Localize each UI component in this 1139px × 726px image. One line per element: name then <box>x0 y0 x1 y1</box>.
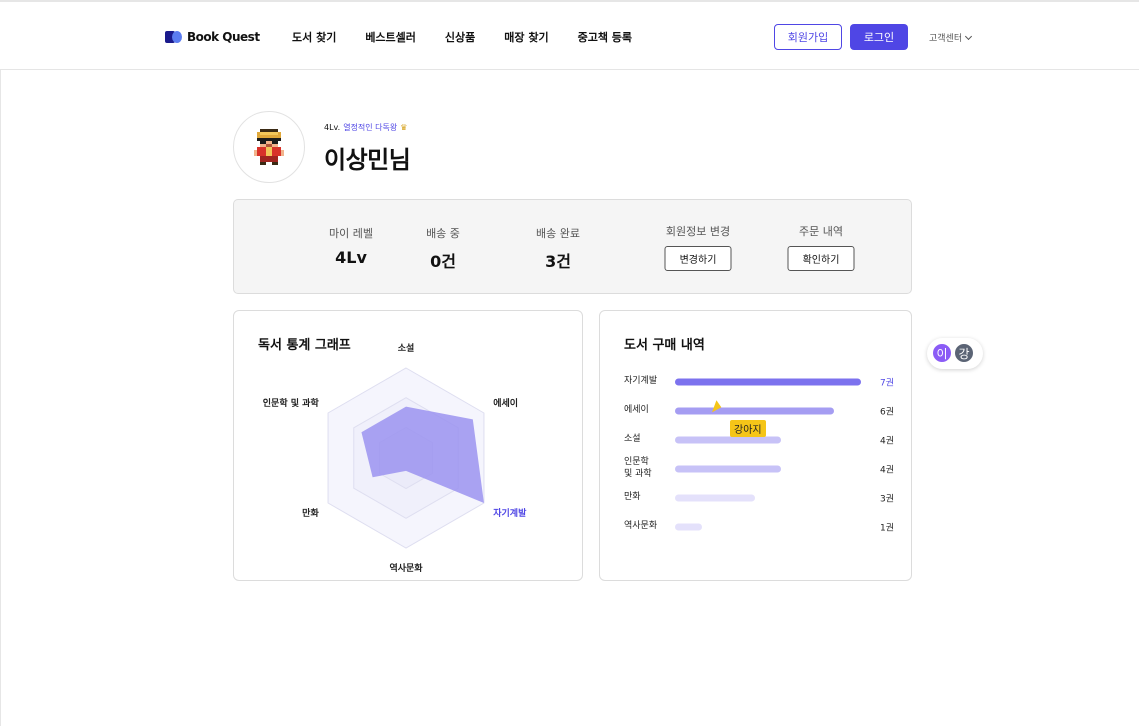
chevron-down-icon <box>965 32 973 40</box>
radar-chart: 소설에세이자기계발역사문화 만화 인문학 및 과학 <box>263 342 527 574</box>
stats-panel: 마이 레벨 4Lv 배송 중 0건 배송 완료 3건 회원정보 변경 변경하기 … <box>233 199 912 294</box>
bar <box>675 407 835 415</box>
main-nav: 도서 찾기 베스트셀러 신상품 매장 찾기 중고책 등록 <box>292 29 632 45</box>
purchase-row: 에세이 6권 <box>624 401 894 421</box>
level-line: 4Lv. 열정적인 다독왕 ♛ <box>324 122 407 133</box>
level-prefix: 4Lv. <box>324 123 341 132</box>
support-dropdown[interactable]: 고객센터 <box>929 31 973 44</box>
logo-mark-icon <box>165 31 183 43</box>
bar-label: 에세이 <box>624 405 649 415</box>
purchase-row: 자기계발 7권 <box>624 372 894 392</box>
nav-bestseller[interactable]: 베스트셀러 <box>365 29 416 45</box>
stat-value: 0건 <box>430 252 456 271</box>
bar-count: 7권 <box>879 378 894 389</box>
bar-count: 6권 <box>879 407 894 418</box>
level-title: 열정적인 다독왕 <box>343 123 398 132</box>
bar-count: 4권 <box>879 465 894 476</box>
cursor-label: 강아지 <box>730 420 766 437</box>
radar-axis-label: 만화 <box>302 507 319 519</box>
nav-find-books[interactable]: 도서 찾기 <box>292 29 336 45</box>
purchase-row: 만화 3권 <box>624 488 894 508</box>
bar-label: 소설 <box>624 434 641 444</box>
purchase-row: 역사문화 1권 <box>624 517 894 537</box>
stat-label: 회원정보 변경 <box>665 225 731 238</box>
radar-axis-label: 에세이 <box>493 397 518 409</box>
user-name: 이상민님 <box>324 146 411 174</box>
purchase-history-card: 도서 구매 내역 자기계발 7권 에세이 6권 소설 4권 인문학 및 과학 4… <box>599 310 912 581</box>
card-title: 도서 구매 내역 <box>624 338 705 353</box>
bar-label: 및 과학 <box>624 469 652 479</box>
crown-icon: ♛ <box>400 123 408 132</box>
radar-axis-label: 소설 <box>398 342 415 354</box>
stat-label: 주문 내역 <box>799 225 843 238</box>
presence-avatars[interactable]: 이 강 <box>927 338 983 369</box>
top-header: Book Quest 도서 찾기 베스트셀러 신상품 매장 찾기 중고책 등록 … <box>0 2 1139 70</box>
stat-value: 3건 <box>545 252 571 271</box>
avatar <box>233 111 305 183</box>
bar <box>675 523 702 531</box>
bar <box>675 436 782 444</box>
bar-label: 만화 <box>624 492 641 502</box>
bar-count: 3권 <box>879 494 894 505</box>
stat-label: 배송 중 <box>426 227 460 240</box>
bar-count: 1권 <box>879 523 894 534</box>
pixel-character-icon <box>254 129 284 165</box>
radar-axis-label: 자기계발 <box>493 507 527 519</box>
edit-info-button[interactable]: 변경하기 <box>664 246 732 271</box>
radar-axis-label: 역사문화 <box>389 562 423 574</box>
bar <box>675 378 861 386</box>
support-label: 고객센터 <box>929 34 963 44</box>
radar-axis-label: 인문학 및 과학 <box>263 397 320 409</box>
stat-label: 배송 완료 <box>536 227 580 240</box>
bar-label: 자기계발 <box>624 376 658 386</box>
bar <box>675 465 782 473</box>
login-button[interactable]: 로그인 <box>850 24 908 50</box>
view-orders-button[interactable]: 확인하기 <box>787 246 855 271</box>
presence-avatar[interactable]: 강 <box>953 342 975 364</box>
nav-new-arrivals[interactable]: 신상품 <box>445 29 475 45</box>
reading-stats-card: 독서 통계 그래프 소설 에세이 자기계발 역사문화 만화 인문학 및 과학 <box>233 310 583 581</box>
bar <box>675 494 755 502</box>
brand-name: Book Quest <box>187 30 260 44</box>
bar-label: 인문학 <box>624 457 649 467</box>
bar-label: 역사문화 <box>624 521 658 531</box>
signup-button[interactable]: 회원가입 <box>774 24 842 50</box>
presence-avatar[interactable]: 이 <box>931 342 953 364</box>
nav-register-used-book[interactable]: 중고책 등록 <box>578 29 632 45</box>
brand-logo[interactable]: Book Quest <box>165 29 260 45</box>
bar-count: 4권 <box>879 436 894 447</box>
nav-find-store[interactable]: 매장 찾기 <box>504 29 548 45</box>
purchase-row: 인문학 및 과학 4권 <box>624 455 894 483</box>
